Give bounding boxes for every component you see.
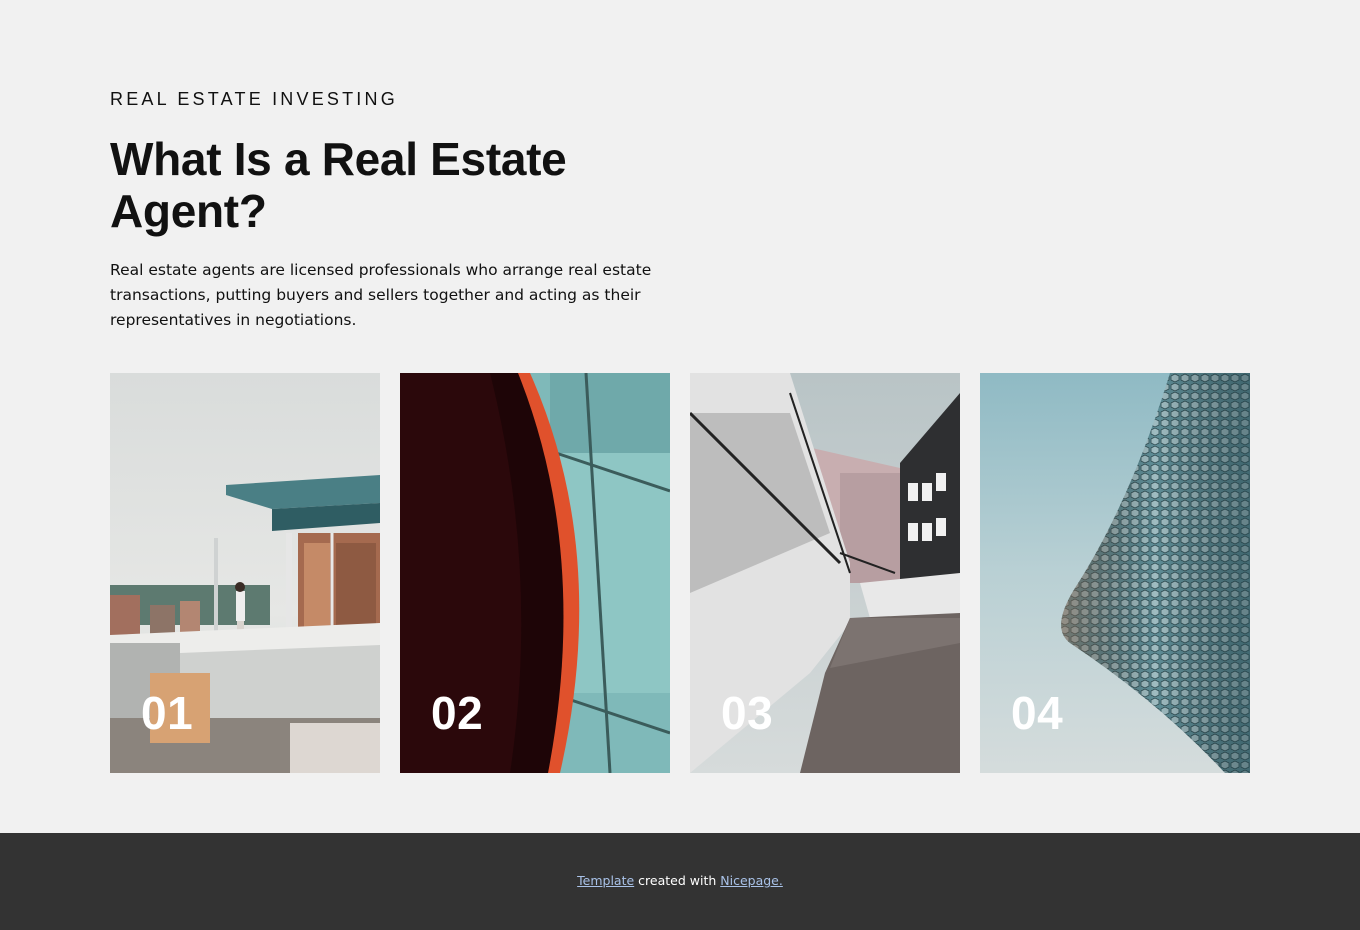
image-card-2[interactable]: 02 [400,373,670,773]
template-link[interactable]: Template [577,873,634,888]
footer-credit: Template created with Nicepage. [0,873,1360,888]
image-card-1[interactable]: 01 [110,373,380,773]
section-description: Real estate agents are licensed professi… [110,261,652,329]
page-title: What Is a Real Estate Agent? [110,133,567,237]
section-eyebrow: REAL ESTATE INVESTING [110,89,398,109]
card-number: 01 [141,687,194,739]
content-section: REAL ESTATE INVESTING What Is a Real Est… [0,0,1360,833]
image-cards: 01 02 03 04 [110,373,1250,773]
nicepage-link[interactable]: Nicepage. [720,873,783,888]
card-number: 02 [431,687,484,739]
image-card-4[interactable]: 04 [980,373,1250,773]
footer-credit-text: created with [634,873,721,888]
card-number: 04 [1011,687,1064,739]
image-card-3[interactable]: 03 [690,373,960,773]
card-number: 03 [721,687,774,739]
footer: Template created with Nicepage. [0,833,1360,930]
